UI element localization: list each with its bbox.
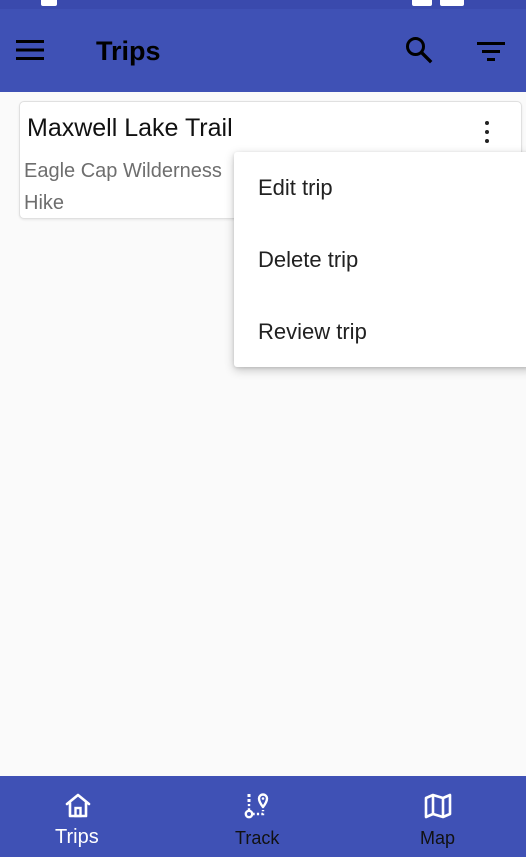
nav-item-trips[interactable]: Trips: [0, 776, 175, 857]
route-icon: [244, 793, 269, 819]
search-icon: [406, 37, 433, 64]
top-app-bar: Trips: [0, 9, 526, 92]
menu-item-label: Edit trip: [258, 175, 333, 200]
menu-item-edit-trip[interactable]: Edit trip: [234, 152, 526, 224]
nav-label: Track: [235, 828, 280, 848]
trip-type: Hike: [24, 192, 65, 214]
nav-label: Trips: [55, 826, 99, 848]
more-vert-icon: [485, 119, 489, 146]
signal-icon: [412, 0, 432, 6]
hamburger-menu-icon: [16, 40, 44, 60]
more-options-button[interactable]: [472, 114, 502, 150]
nav-item-map[interactable]: Map: [350, 776, 525, 857]
home-icon: [65, 793, 91, 818]
trip-location: Eagle Cap Wilderness: [24, 160, 222, 182]
bottom-navigation: Trips Track Map: [0, 776, 526, 857]
menu-item-label: Review trip: [258, 319, 367, 344]
nav-label: Map: [420, 828, 456, 848]
notification-icon: [41, 0, 57, 6]
nav-item-track[interactable]: Track: [175, 776, 350, 857]
menu-item-review-trip[interactable]: Review trip: [234, 296, 526, 368]
menu-button[interactable]: [10, 30, 50, 70]
filter-button[interactable]: [471, 31, 511, 71]
trip-name: Maxwell Lake Trail: [27, 114, 233, 142]
search-button[interactable]: [399, 30, 439, 70]
filter-icon: [477, 42, 505, 61]
trips-screen: Trips Maxwell Lake Trail Eagle Cap Wilde…: [0, 0, 526, 857]
battery-icon: [440, 0, 464, 6]
menu-item-label: Delete trip: [258, 247, 359, 272]
map-icon: [424, 793, 452, 819]
menu-item-delete-trip[interactable]: Delete trip: [234, 224, 526, 296]
status-bar: [0, 0, 526, 9]
page-title: Trips: [96, 36, 161, 66]
trip-options-menu: Edit trip Delete trip Review trip: [234, 152, 526, 367]
